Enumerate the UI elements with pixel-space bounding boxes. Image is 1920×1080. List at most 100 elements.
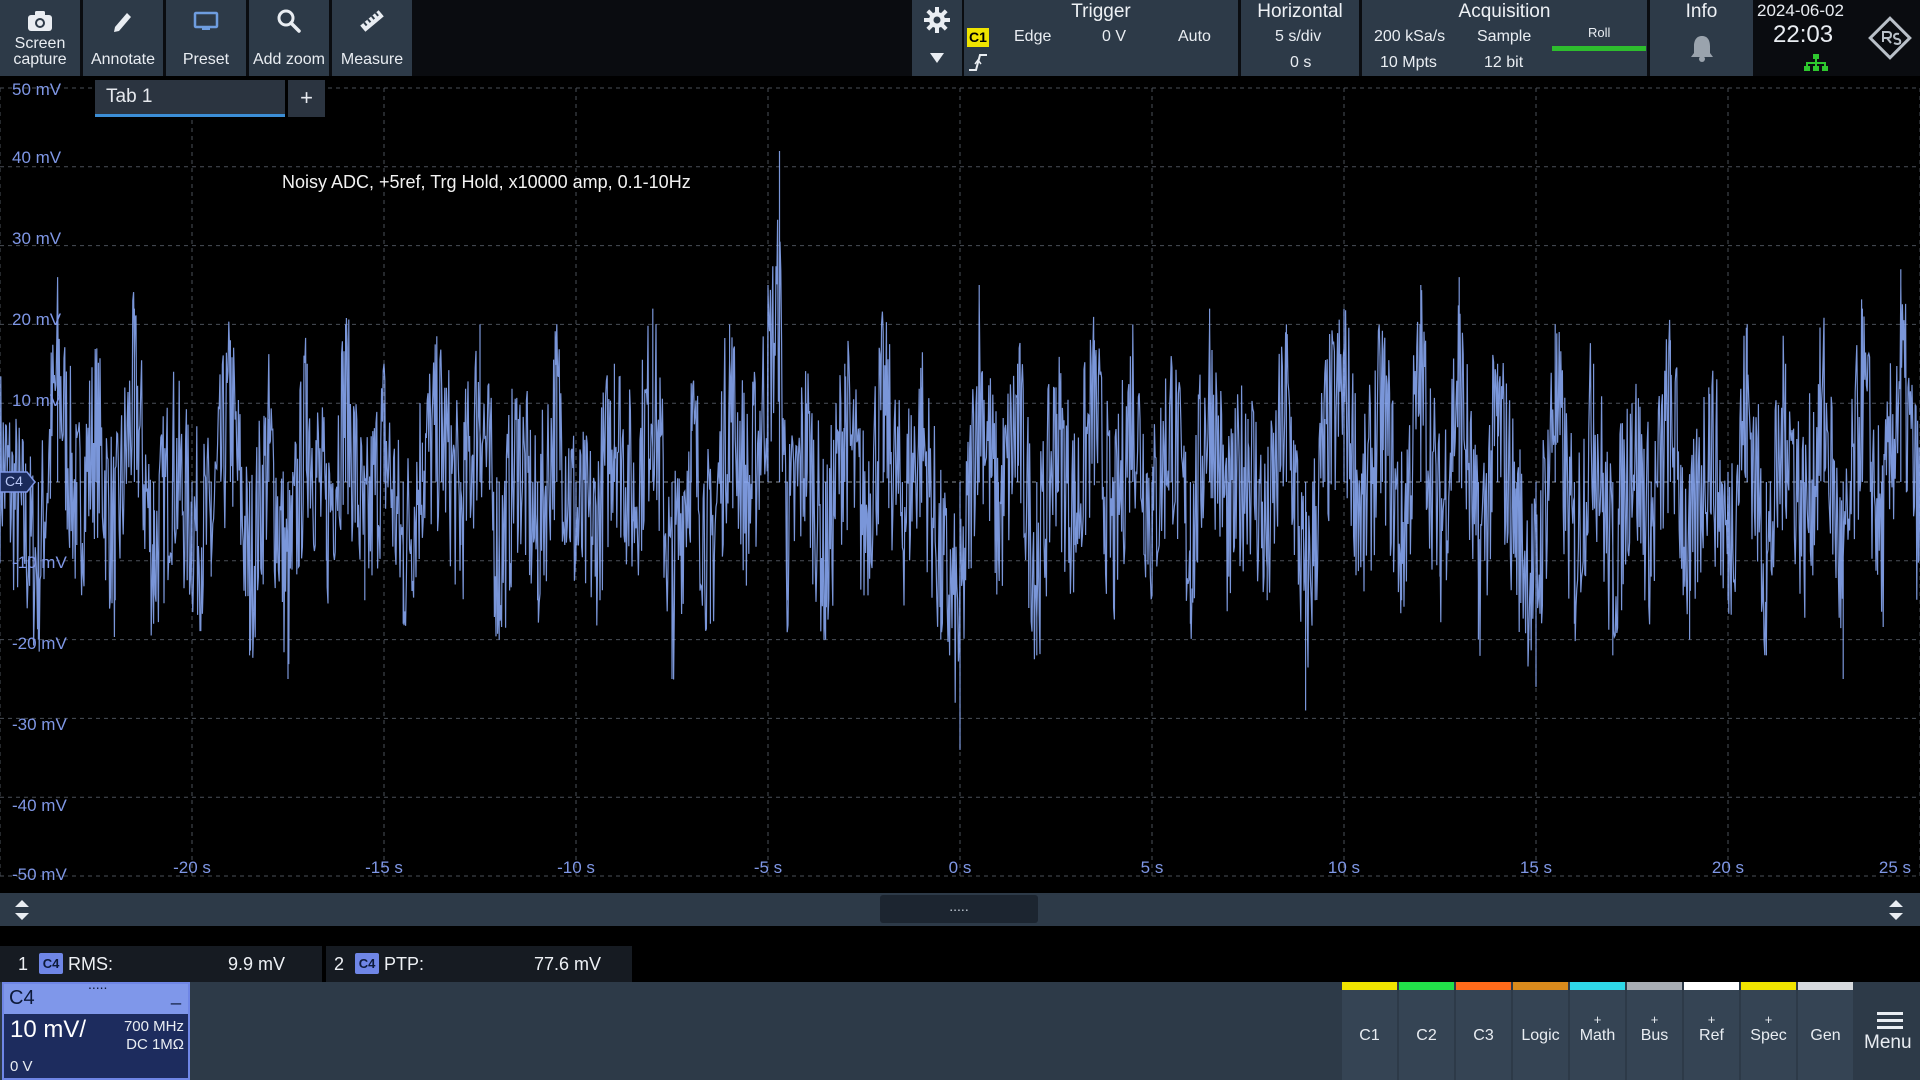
gear-icon xyxy=(923,6,951,39)
add-indicator: + xyxy=(1707,1012,1716,1027)
vertical-scale[interactable]: 10 mV/ xyxy=(10,1016,86,1044)
waveform-display[interactable] xyxy=(0,76,1920,886)
color-stripe xyxy=(1342,982,1397,990)
measurement-1-index: 1 xyxy=(18,954,29,974)
trigger-title: Trigger xyxy=(1071,1,1131,22)
magnifier-icon xyxy=(274,8,304,34)
x-tick-label: 10 s xyxy=(1327,858,1361,877)
drag-handle[interactable]: ..... xyxy=(88,976,107,992)
bandwidth: 700 MHz xyxy=(123,1018,184,1035)
bell-icon xyxy=(1690,34,1714,67)
y-tick-label: -30 mV xyxy=(12,715,67,734)
measure-button[interactable]: Measure xyxy=(332,0,412,76)
horizontal-title: Horizontal xyxy=(1257,1,1343,22)
chevron-down-icon[interactable] xyxy=(930,50,944,68)
x-tick-label: -15 s xyxy=(365,858,403,877)
source-button-logic[interactable]: Logic xyxy=(1513,982,1568,1080)
source-button-c3[interactable]: C3 xyxy=(1456,982,1511,1080)
source-button-label: C3 xyxy=(1473,1027,1494,1044)
color-stripe xyxy=(1684,982,1739,990)
tab-1[interactable]: Tab 1 xyxy=(95,80,285,117)
camera-icon xyxy=(25,8,55,34)
channel-name: C4 xyxy=(9,987,35,1009)
roll-label: Roll xyxy=(1588,25,1611,40)
vertical-resize-icon[interactable] xyxy=(14,900,30,925)
y-tick-label: -10 mV xyxy=(12,553,67,572)
x-tick-label: -20 s xyxy=(173,858,211,877)
horizontal-position: 0 s xyxy=(1290,54,1312,71)
y-tick-label: 20 mV xyxy=(12,310,62,329)
menu-label: Menu xyxy=(1864,1032,1912,1053)
color-stripe xyxy=(1513,982,1568,990)
add-indicator: + xyxy=(1593,1012,1602,1027)
color-stripe xyxy=(1798,982,1853,990)
minimize-button[interactable]: _ xyxy=(171,985,181,1006)
add-zoom-label: Add zoom xyxy=(252,51,326,68)
source-button-math[interactable]: + Math xyxy=(1570,982,1625,1080)
y-tick-label: 10 mV xyxy=(12,391,62,410)
measurement-2-label: PTP: xyxy=(384,954,425,974)
measurement-1-channel: C4 xyxy=(39,953,63,974)
add-zoom-button[interactable]: Add zoom xyxy=(249,0,329,76)
source-button-ref[interactable]: + Ref xyxy=(1684,982,1739,1080)
x-tick-label: 5 s xyxy=(1140,858,1164,877)
time-label: 22:03 xyxy=(1773,21,1834,48)
menu-button[interactable]: Menu xyxy=(1860,982,1920,1080)
record-length: 10 Mpts xyxy=(1380,54,1437,71)
vertical-resize-icon[interactable] xyxy=(1888,900,1904,925)
preset-button[interactable]: Preset xyxy=(166,0,246,76)
trigger-type: Edge xyxy=(1014,28,1052,45)
c4-offset-marker[interactable]: C4 xyxy=(0,471,36,493)
source-button-label: Bus xyxy=(1640,1027,1669,1044)
source-button-label: Spec xyxy=(1750,1027,1787,1044)
x-tick-label: 0 s xyxy=(948,858,972,877)
annotation-text[interactable]: Noisy ADC, +5ref, Trg Hold, x10000 amp, … xyxy=(282,172,691,193)
y-tick-label: -40 mV xyxy=(12,796,67,815)
source-button-spec[interactable]: + Spec xyxy=(1741,982,1796,1080)
info-title: Info xyxy=(1685,1,1718,22)
add-indicator: + xyxy=(1650,1012,1659,1027)
y-tick-label: 30 mV xyxy=(12,229,62,248)
acquisition-mode: Sample xyxy=(1477,28,1532,45)
info-panel[interactable]: Info xyxy=(1650,0,1753,76)
splitter-grip[interactable]: ..... xyxy=(880,895,1038,923)
measurement-1-label: RMS: xyxy=(68,954,113,974)
screen-capture-button[interactable]: Screen capture xyxy=(0,0,80,76)
y-tick-label: -50 mV xyxy=(12,865,67,884)
coupling: DC 1MΩ xyxy=(126,1036,184,1053)
source-button-gen[interactable]: Gen xyxy=(1798,982,1853,1080)
preset-label: Preset xyxy=(182,51,230,68)
trigger-source-badge: C1 xyxy=(967,28,989,47)
acquisition-title: Acquisition xyxy=(1458,1,1551,22)
date-label: 2024-06-02 xyxy=(1757,1,1844,20)
source-button-c1[interactable]: C1 xyxy=(1342,982,1397,1080)
source-button-bus[interactable]: + Bus xyxy=(1627,982,1682,1080)
y-tick-label: -20 mV xyxy=(12,634,67,653)
color-stripe xyxy=(1570,982,1625,990)
measurement-2-index: 2 xyxy=(334,954,345,974)
brand-logo-icon xyxy=(1866,14,1914,67)
add-indicator: + xyxy=(1764,1012,1773,1027)
horizontal-scale: 5 s/div xyxy=(1275,28,1322,45)
trigger-level: 0 V xyxy=(1102,28,1127,45)
source-button-c2[interactable]: C2 xyxy=(1399,982,1454,1080)
annotate-button[interactable]: Annotate xyxy=(83,0,163,76)
y-tick-label: 50 mV xyxy=(12,80,62,99)
source-button-label: C1 xyxy=(1359,1027,1380,1044)
channel-c4-header[interactable]: C4 ..... _ xyxy=(4,976,188,1014)
sample-rate: 200 kSa/s xyxy=(1374,28,1446,45)
roll-indicator xyxy=(1552,46,1646,51)
ruler-icon xyxy=(357,8,387,34)
channel-c4-panel[interactable]: C4 ..... _ 10 mV/ 700 MHz DC 1MΩ 0 V xyxy=(2,976,190,1080)
x-tick-label: -5 s xyxy=(753,858,783,877)
source-button-label: Ref xyxy=(1699,1027,1724,1044)
screen-capture-label: Screen capture xyxy=(13,35,67,68)
settings-button[interactable] xyxy=(912,0,962,76)
color-stripe xyxy=(1456,982,1511,990)
date-time: 2024-06-02 22:03 xyxy=(1756,0,1920,76)
add-tab-button[interactable]: + xyxy=(288,80,325,117)
measurement-2-value: 77.6 mV xyxy=(534,954,602,974)
color-stripe xyxy=(1399,982,1454,990)
trigger-mode: Auto xyxy=(1178,28,1211,45)
source-button-label: Math xyxy=(1579,1027,1616,1044)
